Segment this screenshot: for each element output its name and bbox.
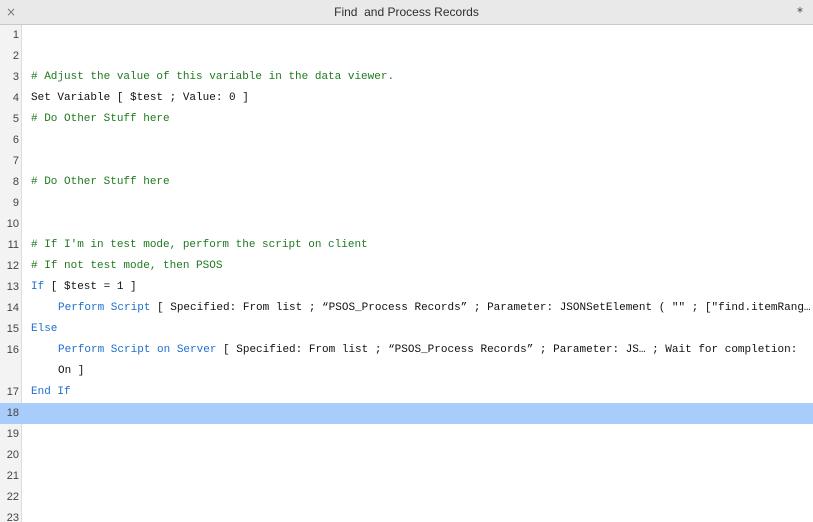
line-number: 23 — [6, 512, 19, 522]
step-params: [ $test = 1 ] — [44, 281, 137, 293]
script-line-12[interactable]: 12 # If not test mode, then PSOS — [0, 256, 813, 277]
script-line-15[interactable]: 15 Else — [0, 319, 813, 340]
script-line-23[interactable]: 23 — [0, 508, 813, 522]
line-number: 15 — [6, 323, 19, 335]
line-number: 7 — [12, 155, 19, 167]
script-steps-area[interactable]: 1 2 3 # Adjust the value of this variabl… — [0, 25, 813, 522]
comment-step: # If I'm in test mode, perform the scrip… — [31, 239, 368, 251]
script-line-19[interactable]: 19 — [0, 424, 813, 445]
modified-indicator-icon: * — [797, 5, 803, 19]
script-line-21[interactable]: 21 — [0, 466, 813, 487]
step-keyword[interactable]: If — [31, 281, 44, 293]
script-line-6[interactable]: 6 — [0, 130, 813, 151]
script-line-14[interactable]: 14 Perform Script [ Specified: From list… — [0, 298, 813, 319]
step-params: [ Specified: From list ; “PSOS_Process R… — [216, 344, 798, 356]
script-editor-window: × Find and Process Records * 1 2 3 # Adj… — [0, 0, 813, 522]
script-line-18-selected[interactable]: 18 — [0, 403, 813, 424]
line-number: 8 — [12, 176, 19, 188]
window-title: Find and Process Records — [334, 5, 479, 19]
perform-script-step: Perform Script [ Specified: From list ; … — [58, 298, 813, 319]
script-line-17[interactable]: 17 End If — [0, 382, 813, 403]
line-number: 1 — [12, 29, 19, 41]
step-params-continuation: On ] — [58, 365, 85, 377]
line-number: 9 — [12, 197, 19, 209]
script-line-5[interactable]: 5 # Do Other Stuff here — [0, 109, 813, 130]
line-number: 6 — [12, 134, 19, 146]
step-keyword[interactable]: Else — [31, 323, 57, 335]
comment-step: # If not test mode, then PSOS — [31, 260, 223, 272]
line-number: 12 — [6, 260, 19, 272]
line-number: 17 — [6, 386, 19, 398]
script-line-2[interactable]: 2 — [0, 46, 813, 67]
step-params: [ Specified: From list ; “PSOS_Process R… — [150, 302, 813, 314]
line-number: 3 — [12, 71, 19, 83]
line-number: 19 — [6, 428, 19, 440]
comment-step: # Do Other Stuff here — [31, 176, 170, 188]
line-number: 5 — [12, 113, 19, 125]
line-number: 16 — [6, 344, 19, 356]
title-bar: × Find and Process Records * — [0, 0, 813, 25]
line-number: 11 — [7, 239, 19, 251]
script-line-20[interactable]: 20 — [0, 445, 813, 466]
line-number: 4 — [12, 92, 19, 104]
script-line-22[interactable]: 22 — [0, 487, 813, 508]
script-line-3[interactable]: 3 # Adjust the value of this variable in… — [0, 67, 813, 88]
script-line-8[interactable]: 8 # Do Other Stuff here — [0, 172, 813, 193]
if-step: If [ $test = 1 ] — [31, 277, 137, 298]
script-line-11[interactable]: 11 # If I'm in test mode, perform the sc… — [0, 235, 813, 256]
comment-step: # Adjust the value of this variable in t… — [31, 71, 395, 83]
line-number: 2 — [12, 50, 19, 62]
line-number: 20 — [6, 449, 19, 461]
line-number: 21 — [6, 470, 19, 482]
script-line-4[interactable]: 4 Set Variable [ $test ; Value: 0 ] — [0, 88, 813, 109]
line-number: 18 — [0, 403, 19, 424]
script-line-13[interactable]: 13 If [ $test = 1 ] — [0, 277, 813, 298]
script-line-9[interactable]: 9 — [0, 193, 813, 214]
line-number: 10 — [6, 218, 19, 230]
script-line-7[interactable]: 7 — [0, 151, 813, 172]
script-line-16[interactable]: 16 Perform Script on Server [ Specified:… — [0, 340, 813, 361]
end-if-step: End If — [31, 382, 71, 403]
step-keyword[interactable]: End If — [31, 386, 71, 398]
step-keyword[interactable]: Perform Script on Server — [58, 344, 216, 356]
set-variable-step: Set Variable [ $test ; Value: 0 ] — [31, 92, 249, 104]
script-line-1[interactable]: 1 — [0, 25, 813, 46]
else-step: Else — [31, 319, 57, 340]
line-number: 13 — [6, 281, 19, 293]
comment-step: # Do Other Stuff here — [31, 113, 170, 125]
perform-script-on-server-step: Perform Script on Server [ Specified: Fr… — [58, 340, 797, 361]
step-keyword[interactable]: Perform Script — [58, 302, 150, 314]
script-line-10[interactable]: 10 — [0, 214, 813, 235]
script-line-16-wrap[interactable]: On ] — [0, 361, 813, 382]
line-number: 14 — [6, 302, 19, 314]
line-number: 22 — [6, 491, 19, 503]
